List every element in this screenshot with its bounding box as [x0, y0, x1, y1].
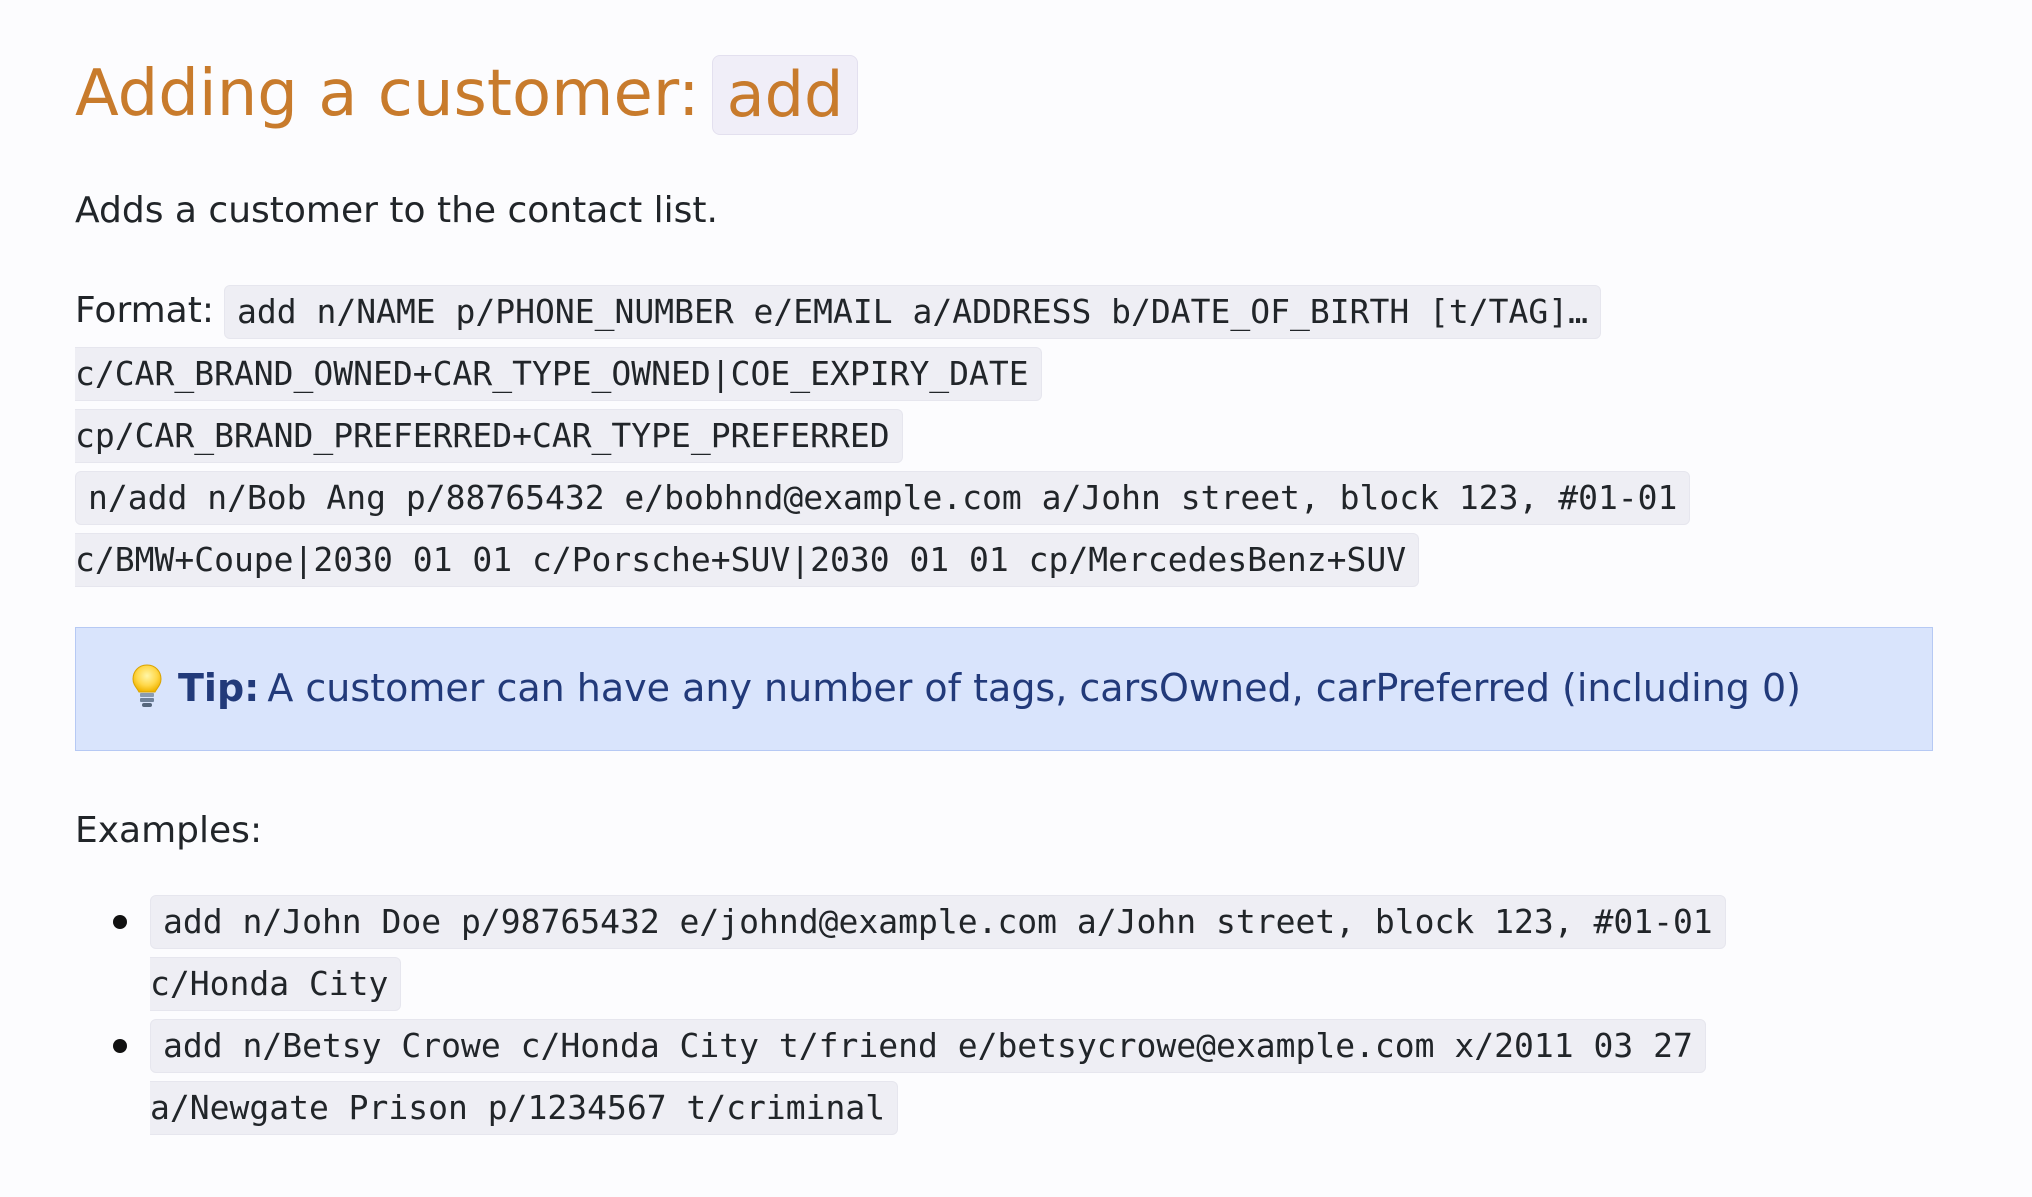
format-line-2: c/CAR_BRAND_OWNED+CAR_TYPE_OWNED|COE_EXP… — [75, 347, 1042, 401]
description-text: Adds a customer to the contact list. — [75, 190, 718, 231]
bullet-icon — [113, 1039, 127, 1053]
example-2-line-1: add n/Betsy Crowe c/Honda City t/friend … — [150, 1019, 1706, 1073]
page-title-text: Adding a customer: — [75, 57, 700, 131]
bullet-icon — [113, 915, 127, 929]
format-line-3: cp/CAR_BRAND_PREFERRED+CAR_TYPE_PREFERRE… — [75, 409, 903, 463]
format-code-1: add n/NAME p/PHONE_NUMBER e/EMAIL a/ADDR… — [224, 285, 1602, 339]
tip-label: Tip: — [178, 666, 260, 710]
tip-text: A customer can have any number of tags, … — [267, 666, 1801, 710]
format-line-4: n/add n/Bob Ang p/88765432 e/bobhnd@exam… — [75, 471, 1691, 525]
tip-box: Tip: A customer can have any number of ta… — [75, 627, 1933, 751]
format-line-5: c/BMW+Coupe|2030 01 01 c/Porsche+SUV|203… — [75, 533, 1420, 587]
format-code-4: n/add n/Bob Ang p/88765432 e/bobhnd@exam… — [75, 471, 1691, 525]
list-item: add n/Betsy Crowe c/Honda City t/friend … — [75, 1019, 1726, 1143]
lightbulb-icon — [130, 663, 164, 709]
format-code-2: c/CAR_BRAND_OWNED+CAR_TYPE_OWNED|COE_EXP… — [75, 347, 1042, 401]
format-code-5: c/BMW+Coupe|2030 01 01 c/Porsche+SUV|203… — [75, 533, 1420, 587]
examples-list: add n/John Doe p/98765432 e/johnd@exampl… — [75, 895, 1726, 1143]
example-1-line-2: c/Honda City — [150, 957, 402, 1011]
list-item: add n/John Doe p/98765432 e/johnd@exampl… — [75, 895, 1726, 1019]
format-code-3: cp/CAR_BRAND_PREFERRED+CAR_TYPE_PREFERRE… — [75, 409, 903, 463]
page-title: Adding a customer: add — [75, 55, 859, 135]
example-2-line-2: a/Newgate Prison p/1234567 t/criminal — [150, 1081, 899, 1135]
tip-content: Tip: A customer can have any number of ta… — [130, 658, 1801, 718]
format-line-1: Format: add n/NAME p/PHONE_NUMBER e/EMAIL… — [75, 285, 1602, 339]
examples-label: Examples: — [75, 810, 263, 851]
command-badge: add — [711, 55, 859, 135]
format-label: Format: — [75, 290, 214, 331]
example-1-line-1: add n/John Doe p/98765432 e/johnd@exampl… — [150, 895, 1726, 949]
